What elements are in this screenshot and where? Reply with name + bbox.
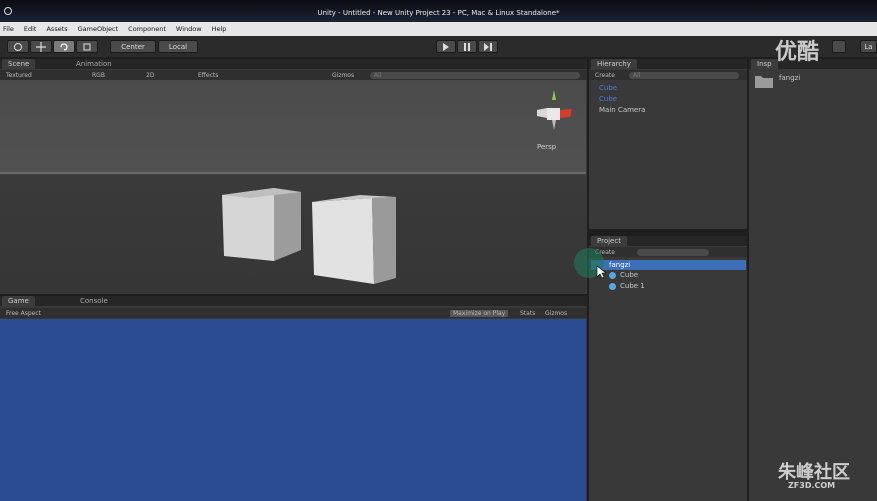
step-icon: [484, 42, 492, 51]
layers-label: La: [864, 42, 873, 51]
space-label: Local: [168, 42, 188, 51]
project-toolbar: Create: [589, 247, 747, 257]
youku-watermark: 优酷: [775, 40, 820, 65]
site-url-watermark: ZF3D.COM: [788, 481, 836, 490]
menu-help[interactable]: Help: [212, 25, 227, 33]
rotate-tool-button[interactable]: [53, 40, 75, 53]
inspector-panel: Insp fangzi: [749, 59, 877, 501]
folder-icon: [755, 76, 773, 88]
game-tabbar: Game Console: [0, 296, 587, 306]
hierarchy-create-dropdown[interactable]: Create: [595, 72, 615, 79]
title-bar: Unity - Untitled - New Unity Project 23 …: [0, 0, 877, 22]
cube-right: [312, 195, 396, 284]
project-panel: Project Create fangzi Cube Cube 1: [574, 236, 747, 501]
hierarchy-toolbar: Create All: [589, 70, 747, 80]
game-viewport[interactable]: [0, 319, 586, 501]
menu-gameobject[interactable]: GameObject: [78, 25, 119, 33]
tab-inspector[interactable]: Insp: [751, 59, 778, 69]
hierarchy-search-input[interactable]: All: [629, 71, 739, 79]
game-toolbar: Free Aspect Maximize on Play Stats Gizmo…: [0, 308, 587, 318]
inspector-item-name: fangzi: [779, 74, 801, 82]
project-item-fangzi[interactable]: fangzi: [609, 261, 630, 269]
pivot-center-button[interactable]: Center: [110, 40, 156, 53]
hierarchy-tabbar: Hierarchy: [589, 59, 747, 69]
pause-icon: [464, 42, 470, 51]
cube-left: [222, 188, 301, 261]
mouse-cursor-icon: [596, 265, 606, 279]
space-local-button[interactable]: Local: [158, 40, 198, 53]
project-item-cube-1[interactable]: Cube 1: [620, 282, 645, 290]
scale-tool-button[interactable]: [76, 40, 98, 53]
aspect-dropdown[interactable]: Free Aspect: [6, 310, 41, 317]
menu-edit[interactable]: Edit: [24, 25, 37, 33]
tab-project[interactable]: Project: [591, 236, 627, 246]
hierarchy-item-cube[interactable]: Cube: [599, 84, 617, 92]
scene-viewport[interactable]: Persp: [0, 80, 586, 293]
step-button[interactable]: [478, 40, 498, 53]
project-tabbar: Project: [589, 236, 747, 246]
rotate-icon: [60, 42, 68, 51]
menu-component[interactable]: Component: [128, 25, 166, 33]
maximize-on-play-toggle[interactable]: Maximize on Play: [450, 309, 509, 317]
scene-gizmo-icon[interactable]: [532, 90, 582, 135]
effects-dropdown[interactable]: Effects: [198, 72, 218, 79]
hierarchy-panel: Hierarchy Create All Cube Cube Main Came…: [589, 59, 747, 229]
window-title: Unity - Untitled - New Unity Project 23 …: [317, 9, 560, 17]
tab-console[interactable]: Console: [74, 296, 114, 306]
menu-file[interactable]: File: [3, 25, 14, 33]
transform-tools: [7, 40, 99, 53]
hand-icon: [14, 42, 22, 51]
account-button[interactable]: [832, 40, 846, 53]
scene-tabbar: Scene Animation: [0, 59, 587, 69]
pivot-label: Center: [121, 42, 145, 51]
scene-gizmos-dropdown[interactable]: Gizmos: [332, 72, 354, 79]
cube-prefab-icon: [609, 272, 616, 279]
layers-dropdown[interactable]: La: [860, 40, 877, 53]
scene-search-input[interactable]: All: [370, 71, 580, 79]
menu-bar: File Edit Assets GameObject Component Wi…: [0, 22, 877, 36]
hierarchy-item-main-camera[interactable]: Main Camera: [599, 106, 645, 114]
hierarchy-item-cube-2[interactable]: Cube: [599, 95, 617, 103]
tab-animation[interactable]: Animation: [70, 59, 118, 69]
shading-mode-dropdown[interactable]: Textured: [6, 72, 32, 79]
stats-toggle[interactable]: Stats: [520, 310, 535, 317]
tab-hierarchy[interactable]: Hierarchy: [591, 59, 637, 69]
play-icon: [443, 42, 449, 51]
game-gizmos-dropdown[interactable]: Gizmos: [545, 310, 567, 317]
render-mode-dropdown[interactable]: RGB: [92, 72, 105, 79]
pause-button[interactable]: [457, 40, 477, 53]
scale-icon: [83, 43, 91, 50]
menu-window[interactable]: Window: [176, 25, 202, 33]
project-search-input[interactable]: [637, 248, 709, 256]
move-icon: [36, 41, 46, 52]
tab-scene[interactable]: Scene: [2, 59, 36, 69]
persp-label[interactable]: Persp: [537, 143, 556, 151]
cube-prefab-icon-2: [609, 283, 616, 290]
menu-assets[interactable]: Assets: [46, 25, 67, 33]
move-tool-button[interactable]: [30, 40, 52, 53]
project-item-cube[interactable]: Cube: [620, 271, 638, 279]
play-button[interactable]: [436, 40, 456, 53]
tab-game[interactable]: Game: [2, 296, 35, 306]
hand-tool-button[interactable]: [7, 40, 29, 53]
scene-cubes: [222, 188, 396, 284]
mode-2d-toggle[interactable]: 2D: [146, 72, 154, 79]
main-toolbar: Center Local La: [0, 36, 877, 57]
scene-toolbar: Textured RGB 2D Effects Gizmos All: [0, 70, 587, 80]
